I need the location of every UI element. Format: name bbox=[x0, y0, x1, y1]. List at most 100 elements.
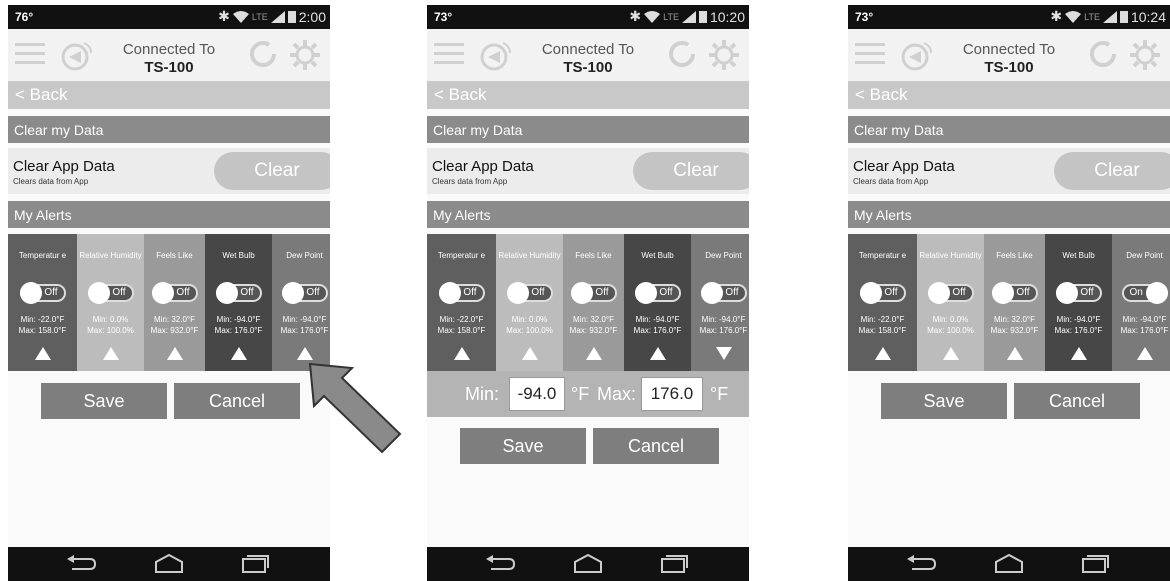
back-button[interactable]: < Back bbox=[427, 81, 749, 109]
alert-toggle[interactable]: Off bbox=[570, 282, 617, 304]
save-button[interactable]: Save bbox=[41, 383, 167, 419]
recents-nav-icon[interactable] bbox=[240, 554, 270, 574]
clear-button[interactable]: Clear bbox=[214, 152, 330, 190]
back-nav-icon[interactable] bbox=[485, 554, 515, 574]
alert-min: Min: -22.0°F bbox=[860, 315, 905, 324]
save-button[interactable]: Save bbox=[460, 428, 586, 464]
alert-column: Wet Bulb Off Min: -94.0°F Max: 176.0°F bbox=[1045, 234, 1112, 371]
back-nav-icon[interactable] bbox=[66, 554, 96, 574]
triangle-up-icon[interactable] bbox=[166, 347, 183, 360]
alert-toggle[interactable]: Off bbox=[927, 282, 974, 304]
clear-app-data-row: Clear App Data Clears data from App Clea… bbox=[427, 148, 749, 194]
connected-label: Connected To bbox=[122, 41, 216, 58]
alert-range: Min: -94.0°F Max: 176.0°F bbox=[205, 314, 272, 336]
toggle-label: Off bbox=[176, 287, 190, 298]
toggle-label: Off bbox=[531, 287, 545, 298]
toggle-knob bbox=[215, 282, 238, 304]
min-input[interactable]: -94.0 bbox=[509, 377, 565, 411]
back-button[interactable]: < Back bbox=[848, 81, 1170, 109]
alert-toggle[interactable]: Off bbox=[215, 282, 262, 304]
alert-max: Max: 176.0°F bbox=[1120, 326, 1169, 335]
signal-icon bbox=[270, 10, 285, 23]
alert-column: Temperatur e Off Min: -22.0°F Max: 158.0… bbox=[8, 234, 77, 371]
back-button[interactable]: < Back bbox=[8, 81, 330, 109]
clear-button[interactable]: Clear bbox=[1054, 152, 1170, 190]
alert-toggle[interactable]: Off bbox=[151, 282, 198, 304]
section-title: My Alerts bbox=[854, 207, 912, 223]
android-nav-bar bbox=[427, 547, 749, 581]
connected-label: Connected To bbox=[541, 41, 635, 58]
alert-min: Min: 32.0°F bbox=[154, 315, 195, 324]
alert-range: Min: -94.0°F Max: 176.0°F bbox=[624, 314, 691, 336]
alert-toggle[interactable]: Off bbox=[991, 282, 1038, 304]
refresh-icon[interactable] bbox=[667, 39, 697, 69]
alert-min: Min: -22.0°F bbox=[439, 315, 484, 324]
refresh-icon[interactable] bbox=[1088, 39, 1118, 69]
gear-icon[interactable] bbox=[1129, 39, 1161, 71]
alert-toggle[interactable]: Off bbox=[87, 282, 134, 304]
alert-name: Wet Bulb bbox=[1062, 251, 1095, 260]
alert-toggle[interactable]: Off bbox=[859, 282, 906, 304]
status-bar: 73° ✱ LTE 10:24 bbox=[848, 5, 1170, 29]
alert-toggle[interactable]: Off bbox=[1055, 282, 1102, 304]
status-temperature: 73° bbox=[434, 10, 453, 24]
alert-range: Min: -22.0°F Max: 158.0°F bbox=[427, 314, 496, 336]
cancel-button[interactable]: Cancel bbox=[1014, 383, 1140, 419]
alert-min: Min: 0.0% bbox=[92, 315, 129, 324]
triangle-down-icon[interactable] bbox=[715, 347, 732, 360]
phone-screen-2: 73° ✱ LTE 10:20 Connected To TS-100 < Ba… bbox=[427, 5, 749, 581]
triangle-up-icon[interactable] bbox=[1070, 347, 1087, 360]
triangle-up-icon[interactable] bbox=[102, 347, 119, 360]
alert-range: Min: -94.0°F Max: 176.0°F bbox=[691, 314, 749, 336]
triangle-up-icon[interactable] bbox=[1006, 347, 1023, 360]
alert-name: Feels Like bbox=[156, 251, 193, 260]
alert-toggle[interactable]: Off bbox=[634, 282, 681, 304]
back-label: < Back bbox=[855, 85, 908, 104]
clear-app-data-subtitle: Clears data from App bbox=[853, 177, 929, 186]
alert-toggle[interactable]: Off bbox=[438, 282, 485, 304]
triangle-up-icon[interactable] bbox=[649, 347, 666, 360]
triangle-up-icon[interactable] bbox=[942, 347, 959, 360]
cancel-button[interactable]: Cancel bbox=[593, 428, 719, 464]
alert-column: Relative Humidity Off Min: 0.0% Max: 100… bbox=[917, 234, 984, 371]
toggle-knob bbox=[151, 282, 174, 304]
wifi-icon bbox=[232, 10, 249, 23]
toggle-knob bbox=[87, 282, 110, 304]
alert-column: Feels Like Off Min: 32.0°F Max: 932.0°F bbox=[563, 234, 624, 371]
triangle-up-icon[interactable] bbox=[585, 347, 602, 360]
home-nav-icon[interactable] bbox=[573, 554, 603, 574]
gear-icon[interactable] bbox=[708, 39, 740, 71]
back-nav-icon[interactable] bbox=[906, 554, 936, 574]
toggle-label: Off bbox=[884, 287, 898, 298]
max-input[interactable]: 176.0 bbox=[641, 377, 703, 411]
triangle-up-icon[interactable] bbox=[230, 347, 247, 360]
refresh-icon[interactable] bbox=[248, 39, 278, 69]
alert-toggle[interactable]: Off bbox=[281, 282, 328, 304]
section-title: Clear my Data bbox=[854, 122, 944, 138]
action-buttons: Save Cancel bbox=[848, 383, 1170, 419]
gear-icon[interactable] bbox=[289, 39, 321, 71]
home-nav-icon[interactable] bbox=[154, 554, 184, 574]
clear-button[interactable]: Clear bbox=[633, 152, 749, 190]
triangle-up-icon[interactable] bbox=[1136, 347, 1153, 360]
device-name: TS-100 bbox=[984, 59, 1034, 76]
triangle-up-icon[interactable] bbox=[453, 347, 470, 360]
alerts-grid: Temperatur e Off Min: -22.0°F Max: 158.0… bbox=[848, 234, 1170, 371]
recents-nav-icon[interactable] bbox=[659, 554, 689, 574]
alert-name: Relative Humidity bbox=[498, 251, 561, 260]
save-button[interactable]: Save bbox=[881, 383, 1007, 419]
alert-toggle[interactable]: Off bbox=[700, 282, 747, 304]
action-buttons: Save Cancel bbox=[427, 428, 749, 464]
alert-toggle[interactable]: Off bbox=[19, 282, 66, 304]
alert-toggle[interactable]: Off bbox=[506, 282, 553, 304]
alert-name: Dew Point bbox=[1126, 251, 1163, 260]
triangle-up-icon[interactable] bbox=[34, 347, 51, 360]
triangle-up-icon[interactable] bbox=[874, 347, 891, 360]
home-nav-icon[interactable] bbox=[994, 554, 1024, 574]
triangle-up-icon[interactable] bbox=[521, 347, 538, 360]
alert-max: Max: 932.0°F bbox=[150, 326, 199, 335]
recents-nav-icon[interactable] bbox=[1080, 554, 1110, 574]
alert-toggle[interactable]: On bbox=[1121, 282, 1168, 304]
triangle-up-icon[interactable] bbox=[296, 347, 313, 360]
cancel-button[interactable]: Cancel bbox=[174, 383, 300, 419]
